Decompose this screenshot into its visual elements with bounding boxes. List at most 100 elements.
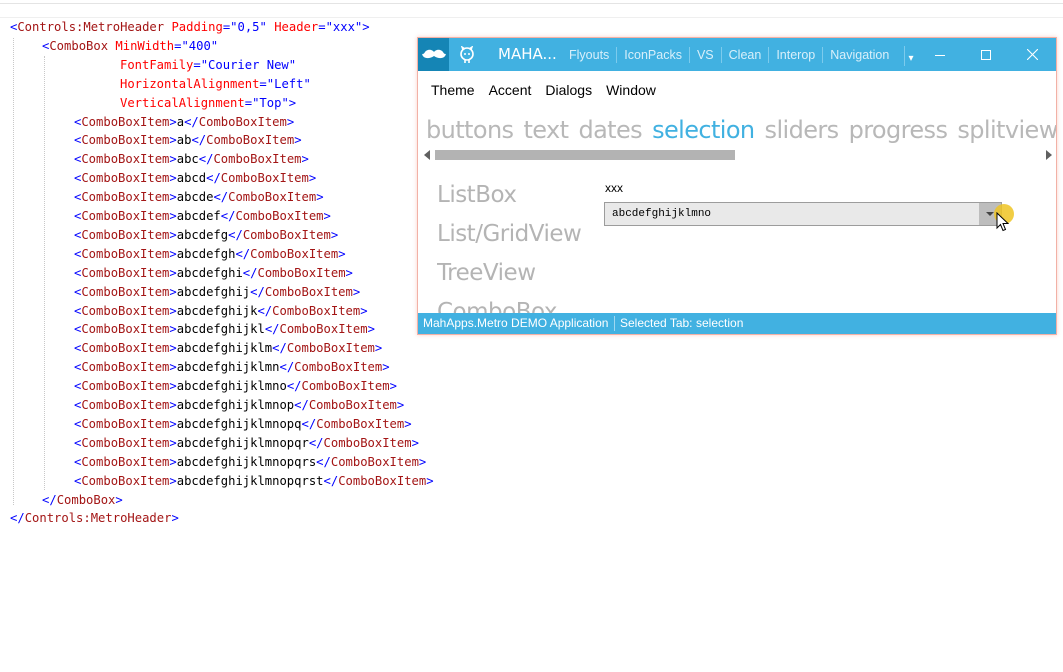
xml-bracket: > bbox=[169, 322, 177, 337]
xml-text-content: abcdefghij bbox=[176, 284, 251, 299]
menu-item[interactable]: Theme bbox=[418, 78, 482, 102]
xml-tag-name: ComboBoxItem bbox=[228, 190, 317, 205]
combo-selected-value: abcdefghijklmno bbox=[612, 208, 712, 220]
xml-bracket: > bbox=[169, 360, 177, 375]
xml-bracket: </ bbox=[42, 492, 57, 507]
xml-equals: = bbox=[193, 57, 201, 72]
title-menu: Flyouts IconPacks VS Clean Interop Navigation bbox=[562, 38, 896, 71]
combo-box[interactable]: abcdefghijklmno bbox=[604, 202, 1002, 226]
xml-bracket: > bbox=[169, 171, 177, 186]
code-line: </ComboBox> bbox=[42, 491, 123, 510]
tab-buttons[interactable]: buttons bbox=[426, 112, 514, 148]
xml-tag-name: ComboBoxItem bbox=[81, 341, 170, 356]
github-icon[interactable] bbox=[455, 43, 479, 67]
tab-selection[interactable]: selection bbox=[652, 112, 755, 148]
title-menu-item[interactable]: VS bbox=[688, 46, 721, 63]
menu-item[interactable]: Accent bbox=[482, 78, 539, 102]
code-line: <ComboBoxItem>abcdefghijk</ComboBoxItem> bbox=[74, 302, 368, 321]
overflow-chevron-icon[interactable]: ▾ bbox=[904, 46, 917, 66]
xml-tag-name: ComboBoxItem bbox=[81, 190, 170, 205]
status-bar: MahApps.Metro DEMO Application Selected … bbox=[418, 313, 1056, 334]
demo-window[interactable]: MAHA... Flyouts IconPacks VS Clean Interop Na… bbox=[417, 37, 1057, 335]
xml-bracket: > bbox=[367, 322, 375, 337]
xml-tag-name: ComboBoxItem bbox=[198, 114, 287, 129]
title-menu-item[interactable]: Interop bbox=[768, 46, 822, 63]
xml-bracket: </ bbox=[301, 416, 317, 431]
xml-bracket: </ bbox=[242, 265, 258, 280]
title-menu-item[interactable]: Flyouts bbox=[562, 47, 616, 63]
menu-item[interactable]: Window bbox=[599, 78, 663, 102]
side-item[interactable]: ListBox bbox=[437, 176, 597, 215]
xml-tag-name: ComboBoxItem bbox=[264, 284, 353, 299]
xml-bracket: </ bbox=[294, 398, 309, 412]
tab-sliders[interactable]: sliders bbox=[765, 112, 840, 148]
title-menu-item[interactable]: Navigation bbox=[822, 46, 896, 63]
scroll-right-arrow-icon[interactable] bbox=[1046, 150, 1052, 160]
indent-guide bbox=[13, 38, 14, 505]
code-line: <ComboBoxItem>abcde</ComboBoxItem> bbox=[74, 188, 324, 207]
side-item[interactable]: TreeView bbox=[437, 254, 597, 293]
mouse-cursor-icon bbox=[996, 212, 1010, 232]
xml-bracket: > bbox=[360, 303, 368, 318]
xml-tag-name: ComboBoxItem bbox=[81, 398, 170, 412]
indent-guide bbox=[44, 55, 45, 491]
maximize-button[interactable] bbox=[963, 38, 1009, 71]
chevron-down-icon bbox=[986, 212, 994, 216]
status-selected-tab-label: Selected Tab: bbox=[620, 316, 693, 330]
xml-attribute-name: MinWidth bbox=[115, 38, 175, 53]
xml-bracket: </ bbox=[220, 209, 236, 223]
code-line: <ComboBoxItem>abcdefghijklmnopq</ComboBo… bbox=[74, 415, 412, 434]
xml-attribute-value: "0,5" bbox=[230, 20, 267, 34]
xml-text-content: abcdefghijklmnop bbox=[176, 398, 295, 412]
xml-bracket: > bbox=[389, 379, 397, 394]
tab-splitview[interactable]: splitview bbox=[957, 112, 1056, 148]
tab-dates[interactable]: dates bbox=[578, 112, 642, 148]
xml-bracket: > bbox=[169, 227, 177, 242]
xml-bracket: > bbox=[352, 284, 361, 299]
status-separator bbox=[614, 316, 615, 331]
xml-bracket: > bbox=[288, 95, 297, 110]
xml-bracket: </ bbox=[191, 133, 207, 148]
side-item[interactable]: List/GridView bbox=[437, 215, 597, 254]
tab-scrollbar[interactable] bbox=[424, 149, 1052, 161]
xml-tag-name: ComboBoxItem bbox=[81, 303, 170, 318]
xml-tag-name: ComboBoxItem bbox=[81, 322, 170, 337]
xml-bracket: > bbox=[169, 379, 177, 394]
code-line: <ComboBoxItem>abc</ComboBoxItem> bbox=[74, 150, 309, 169]
minimize-button[interactable] bbox=[917, 38, 963, 71]
code-line: <ComboBox MinWidth="400" bbox=[42, 37, 218, 56]
xml-bracket: > bbox=[330, 227, 339, 242]
xml-text-content: abcdefghi bbox=[176, 265, 243, 280]
title-menu-item[interactable]: Clean bbox=[720, 46, 769, 63]
code-line: <ComboBoxItem>abcdefg</ComboBoxItem> bbox=[74, 226, 338, 245]
xml-bracket: > bbox=[345, 265, 353, 280]
xml-tag-name: ComboBoxItem bbox=[323, 435, 412, 450]
xml-tag-name: ComboBox bbox=[56, 492, 116, 507]
xml-bracket: > bbox=[374, 341, 383, 356]
title-bar[interactable]: MAHA... Flyouts IconPacks VS Clean Interop Na… bbox=[418, 38, 1056, 71]
xml-text-content: abcdef bbox=[176, 209, 221, 223]
code-line: <ComboBoxItem>abcdefghijklmn</ComboBoxIt… bbox=[74, 358, 390, 377]
tab-progress[interactable]: progress bbox=[849, 112, 948, 148]
scrollbar-thumb[interactable] bbox=[435, 150, 735, 160]
close-button[interactable] bbox=[1009, 38, 1055, 71]
xml-tag-name: ComboBoxItem bbox=[81, 133, 170, 148]
side-list: ListBox List/GridView TreeView ComboBox bbox=[437, 176, 597, 316]
xml-tag-name: ComboBoxItem bbox=[81, 152, 170, 167]
menu-item[interactable]: Dialogs bbox=[538, 78, 599, 102]
xml-text-content: abcdefghijklmnopqr bbox=[176, 435, 309, 450]
xml-bracket: > bbox=[301, 152, 309, 167]
xml-attribute-value: "Left" bbox=[266, 76, 311, 91]
tab-text[interactable]: text bbox=[523, 112, 569, 148]
code-line: <ComboBoxItem>abcdefghijklmnop</ComboBox… bbox=[74, 396, 404, 415]
xml-tag-name: ComboBoxItem bbox=[81, 360, 170, 375]
code-line: <ComboBoxItem>abcd</ComboBoxItem> bbox=[74, 169, 316, 188]
title-menu-item[interactable]: IconPacks bbox=[616, 46, 689, 63]
xml-equals: = bbox=[318, 20, 326, 34]
xml-tag-name: ComboBoxItem bbox=[294, 360, 383, 375]
xml-tag-name: ComboBoxItem bbox=[81, 209, 170, 223]
xml-tag-name: ComboBoxItem bbox=[81, 473, 170, 488]
xml-text-content: abcde bbox=[176, 190, 214, 205]
xml-bracket: > bbox=[169, 114, 177, 129]
scroll-left-arrow-icon[interactable] bbox=[424, 150, 430, 160]
